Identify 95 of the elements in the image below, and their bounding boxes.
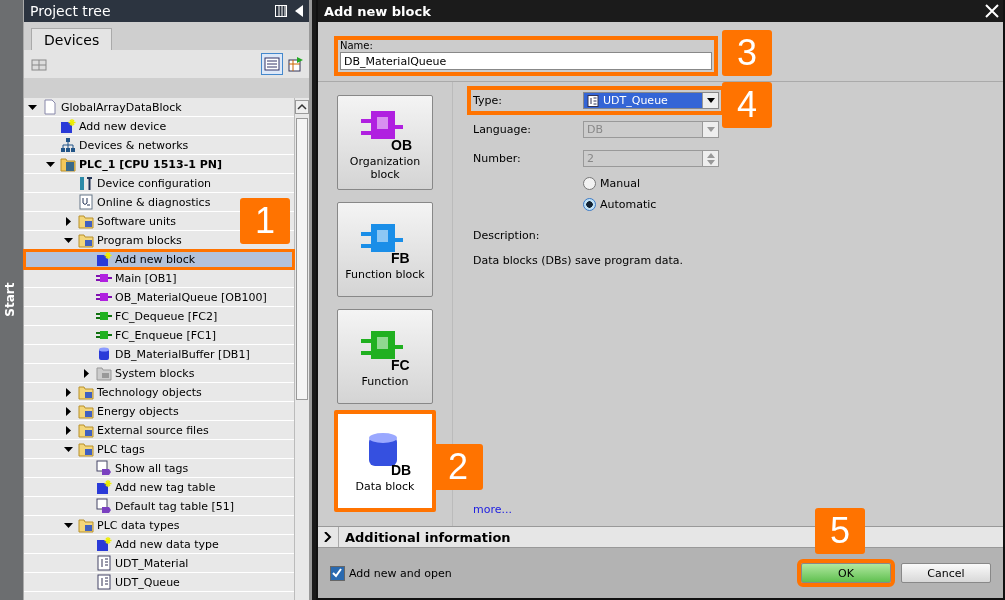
step-number-badge: 2 [433, 444, 483, 490]
add-icon [60, 118, 76, 134]
expanded-arrow-icon[interactable] [64, 444, 73, 454]
description-text: Data blocks (DBs) save program data. [473, 254, 684, 267]
tree-item[interactable]: Energy objects [24, 402, 294, 421]
folder-icon [78, 384, 94, 400]
block-type-tag: FC [391, 357, 410, 373]
checkmark-icon [331, 566, 343, 579]
folder-icon [78, 232, 94, 248]
scroll-up-icon[interactable] [295, 100, 309, 114]
tree-item[interactable]: PLC_1 [CPU 1513-1 PN] [24, 155, 294, 174]
chevron-icon[interactable] [324, 532, 332, 542]
tree-item[interactable]: Device configuration [24, 174, 294, 193]
radio-button[interactable] [583, 177, 596, 190]
step-number-badge: 4 [722, 82, 772, 128]
start-tab[interactable]: Start [4, 282, 19, 318]
folder-icon [78, 403, 94, 419]
add-icon [96, 536, 112, 552]
tree-item[interactable]: Main [OB1] [24, 269, 294, 288]
radio-option[interactable]: Automatic [583, 198, 657, 211]
block-type-button[interactable]: OB Organization block [337, 95, 433, 190]
table-arrow-icon[interactable] [287, 55, 305, 73]
collapsed-arrow-icon[interactable] [64, 387, 73, 397]
block-type-tag: DB [391, 461, 412, 478]
block-type-button[interactable]: FC Function [337, 309, 433, 404]
tree-item[interactable]: Show all tags [24, 459, 294, 478]
tree-item[interactable]: Add new tag table [24, 478, 294, 497]
dialog-title: Add new block [324, 3, 431, 19]
tree-item[interactable]: PLC tags [24, 440, 294, 459]
config-icon [78, 175, 94, 191]
tree-item[interactable]: Add new device [24, 117, 294, 136]
expanded-arrow-icon[interactable] [28, 102, 37, 112]
block-type-tag: FB [391, 250, 410, 266]
block-type-tag: OB [391, 136, 412, 153]
tree-item[interactable]: UDT_Queue [24, 573, 294, 592]
radio-option[interactable]: Manual [583, 177, 640, 190]
tree-item[interactable]: FC_Dequeue [FC2] [24, 307, 294, 326]
tree-item[interactable]: PLC data types [24, 516, 294, 535]
block-type-button[interactable]: FB Function block [337, 202, 433, 297]
tree-item[interactable]: UDT_Material [24, 554, 294, 573]
folder-icon [78, 213, 94, 229]
block-type-button[interactable]: DB Data block [334, 410, 436, 512]
radio-button[interactable] [583, 198, 596, 211]
expanded-arrow-icon[interactable] [64, 520, 73, 530]
tree-item[interactable]: System blocks [24, 364, 294, 383]
tree-item[interactable]: DB_MaterialBuffer [DB1] [24, 345, 294, 364]
close-icon[interactable] [983, 2, 1001, 20]
collapsed-arrow-icon[interactable] [64, 216, 73, 226]
tree-item[interactable]: External source files [24, 421, 294, 440]
collapsed-arrow-icon[interactable] [64, 425, 73, 435]
tree-item[interactable]: OB_MaterialQueue [OB100] [24, 288, 294, 307]
data-type-icon [587, 94, 599, 107]
plc-icon [60, 156, 76, 172]
panel-title: Project tree [30, 3, 111, 19]
add-icon [96, 479, 112, 495]
structure-icon [96, 555, 112, 571]
tree-item[interactable]: Add new data type [24, 535, 294, 554]
tree-item[interactable]: GlobalArrayDataBlock [24, 98, 294, 117]
tree-item[interactable]: FC_Enqueue [FC1] [24, 326, 294, 345]
tags-icon [96, 498, 112, 514]
dropdown-arrow-icon[interactable] [706, 98, 715, 103]
number-label: Number: [473, 152, 522, 165]
tree-item[interactable]: Devices & networks [24, 136, 294, 155]
tree-item[interactable]: Add new block [24, 250, 294, 269]
type-label: Type: [473, 94, 503, 107]
cancel-button[interactable]: Cancel [901, 563, 991, 583]
description-label: Description: [473, 229, 541, 242]
tree-item[interactable]: Technology objects [24, 383, 294, 402]
expanded-arrow-icon[interactable] [46, 159, 55, 169]
diagnostics-icon [78, 194, 94, 210]
collapse-arrow-icon[interactable] [295, 5, 303, 17]
folder-icon [78, 517, 94, 533]
network-icon [60, 137, 76, 153]
devices-tab[interactable]: Devices [31, 28, 113, 50]
expanded-arrow-icon[interactable] [64, 235, 73, 245]
system-icon [96, 365, 112, 381]
tags-icon [96, 460, 112, 476]
type-dropdown[interactable]: UDT_Queue [583, 92, 719, 109]
tree-item[interactable]: Default tag table [51] [24, 497, 294, 516]
collapsed-arrow-icon[interactable] [82, 368, 91, 378]
language-label: Language: [473, 123, 532, 136]
add-and-open-checkbox[interactable]: Add new and open [330, 565, 452, 581]
name-input[interactable]: DB_MaterialQueue [340, 52, 712, 70]
list-view-icon[interactable] [261, 53, 283, 75]
folder-icon [78, 441, 94, 457]
step-number-badge: 5 [815, 508, 865, 554]
layout-icon[interactable] [275, 5, 287, 17]
collapsed-arrow-icon[interactable] [64, 406, 73, 416]
structure-icon [96, 574, 112, 590]
step-number-badge: 3 [722, 30, 772, 76]
name-label: Name: [340, 40, 374, 51]
add-icon [96, 251, 112, 267]
step-number-badge: 1 [240, 198, 290, 244]
folder-icon [78, 422, 94, 438]
cylinder-icon [96, 346, 112, 362]
